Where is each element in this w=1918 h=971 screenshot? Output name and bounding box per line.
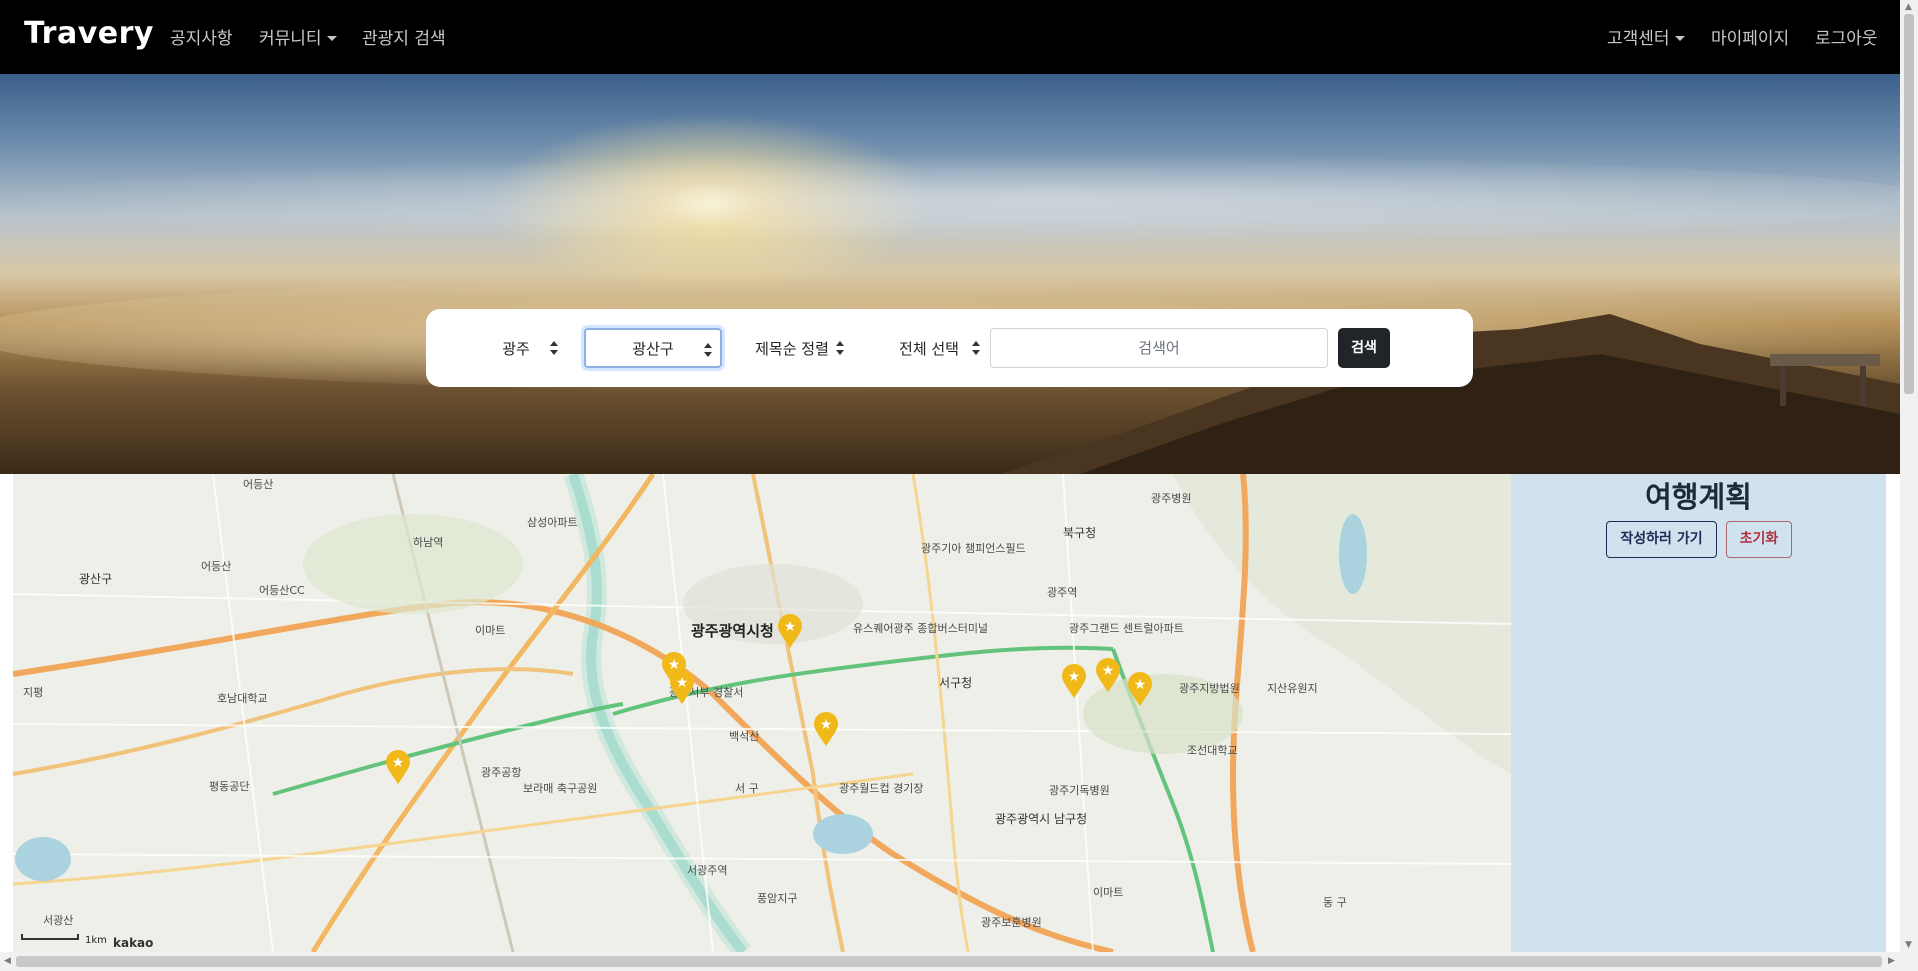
nav-customer-center[interactable]: 고객센터 xyxy=(1607,24,1685,49)
map-label-seogu: 서 구 xyxy=(735,782,759,795)
star-marker-icon[interactable]: ★ xyxy=(1061,664,1087,698)
map-label-kia: 광주기아 챔피언스필드 xyxy=(921,542,1026,555)
svg-text:★: ★ xyxy=(820,717,833,733)
sort-select-value: 제목순 정렬 xyxy=(755,339,829,358)
chevron-down-icon xyxy=(1674,36,1685,41)
map-scale-label: 1km xyxy=(85,935,107,946)
star-marker-icon[interactable]: ★ xyxy=(813,712,839,746)
select-arrows-icon xyxy=(550,341,558,355)
map-label-namgu-office: 광주광역시 남구청 xyxy=(995,812,1088,826)
map-label-usquare: 유스퀘어광주 종합버스터미널 xyxy=(853,622,989,635)
svg-text:★: ★ xyxy=(1134,677,1147,693)
map-label-pungam: 풍암지구 xyxy=(757,892,798,905)
region-select-value: 광주 xyxy=(502,339,530,358)
category-select[interactable]: 전체 선택 xyxy=(870,328,988,368)
nav-community-label: 커뮤니티 xyxy=(259,29,322,49)
region-select[interactable]: 광주 xyxy=(466,328,566,368)
scroll-down-icon[interactable]: ▼ xyxy=(1905,940,1912,950)
map-label-seogu-office: 서구청 xyxy=(939,676,973,690)
nav-mypage[interactable]: 마이페이지 xyxy=(1711,24,1789,49)
svg-text:★: ★ xyxy=(392,755,405,771)
map-roads xyxy=(13,474,1511,952)
search-button[interactable]: 검색 xyxy=(1338,328,1390,368)
cloud-layer xyxy=(0,154,1900,244)
travel-plan-panel: 여행계획 작성하러 가기 초기화 xyxy=(1511,474,1886,952)
write-plan-button[interactable]: 작성하러 가기 xyxy=(1606,521,1717,558)
select-arrows-icon xyxy=(972,341,980,355)
map-view[interactable]: 어등산 어등산 어등산CC 광산구 하남역 삼성아파트 이마트 이마트 광주광역… xyxy=(13,474,1511,952)
map-label-boramae: 보라매 축구공원 xyxy=(523,782,598,795)
map-label-jisan: 지산유원지 xyxy=(1267,682,1318,695)
reset-button[interactable]: 초기화 xyxy=(1726,521,1792,558)
scroll-left-icon[interactable]: ◀ xyxy=(4,956,11,966)
top-navbar: Travery 공지사항 커뮤니티 관광지 검색 고객센터 마이페이지 로그아웃 xyxy=(0,0,1900,74)
hero-banner: 광주 광산구 제목순 정렬 전체 선택 검색어 검색 xyxy=(0,74,1900,474)
map-label-jirang: 지평 xyxy=(23,686,44,699)
map-label-gwangju-station: 광주역 xyxy=(1047,586,1078,599)
map-label-honam-univ: 호남대학교 xyxy=(217,692,268,705)
sort-select[interactable]: 제목순 정렬 xyxy=(732,328,852,368)
vertical-scroll-thumb[interactable] xyxy=(1904,14,1914,394)
nav-logout[interactable]: 로그아웃 xyxy=(1815,24,1878,49)
map-label-seogwangju: 서광주역 xyxy=(687,864,728,877)
scroll-up-icon[interactable]: ▲ xyxy=(1905,2,1912,12)
map-label-gwangju-court: 광주지방법원 xyxy=(1179,682,1240,695)
nav-notice[interactable]: 공지사항 xyxy=(170,24,233,49)
svg-text:★: ★ xyxy=(1068,669,1081,685)
svg-text:★: ★ xyxy=(784,619,797,635)
district-select-value: 광산구 xyxy=(632,339,674,358)
select-arrows-icon xyxy=(704,343,712,357)
svg-text:★: ★ xyxy=(1102,663,1115,679)
map-label-pyeongdong: 평동공단 xyxy=(209,780,250,793)
nav-community[interactable]: 커뮤니티 xyxy=(259,24,337,49)
star-marker-icon[interactable]: ★ xyxy=(777,614,803,648)
nav-attraction-search[interactable]: 관광지 검색 xyxy=(362,24,446,49)
star-marker-icon[interactable]: ★ xyxy=(669,670,695,704)
nav-customer-center-label: 고객센터 xyxy=(1607,29,1670,49)
map-label-veterans-hospital: 광주보훈병원 xyxy=(981,916,1042,929)
map-label-dong: 동 구 xyxy=(1323,896,1347,909)
horizontal-scrollbar[interactable]: ◀ ▶ xyxy=(0,952,1900,971)
plan-title: 여행계획 xyxy=(1645,480,1752,514)
select-arrows-icon xyxy=(836,341,844,355)
star-marker-icon[interactable]: ★ xyxy=(1095,658,1121,692)
map-label-grand-central: 광주그랜드 센트럴아파트 xyxy=(1069,622,1184,635)
map-label-chosun-univ: 조선대학교 xyxy=(1187,744,1238,757)
chevron-down-icon xyxy=(326,36,337,41)
brand-logo[interactable]: Travery xyxy=(24,16,154,51)
map-label-gwangju-hospital: 광주병원 xyxy=(1151,492,1192,505)
map-label-bukgu-office: 북구청 xyxy=(1063,526,1097,540)
map-label-christian-hospital: 광주기독병원 xyxy=(1049,784,1110,797)
search-panel: 광주 광산구 제목순 정렬 전체 선택 검색어 검색 xyxy=(426,309,1473,387)
map-label-eodeungsan: 어등산 xyxy=(243,478,274,491)
category-select-value: 전체 선택 xyxy=(899,339,959,358)
horizontal-scroll-thumb[interactable] xyxy=(16,956,1882,967)
map-label-eodeungsan-cc: 어등산CC xyxy=(259,584,305,597)
district-select[interactable]: 광산구 xyxy=(584,328,722,368)
map-scale-bar xyxy=(21,934,79,940)
vertical-scrollbar[interactable]: ▲ ▼ xyxy=(1900,0,1918,971)
map-label-seokwangsan: 서광산 xyxy=(43,914,74,927)
svg-text:★: ★ xyxy=(676,675,689,691)
map-label-airport: 광주공항 xyxy=(481,766,522,779)
star-marker-icon[interactable]: ★ xyxy=(385,750,411,784)
map-label-city-hall: 광주광역시청 xyxy=(691,622,774,640)
map-label-world-cup: 광주월드컵 경기장 xyxy=(839,782,924,795)
star-marker-icon[interactable]: ★ xyxy=(1127,672,1153,706)
map-label-samsung: 삼성아파트 xyxy=(527,516,578,529)
map-label-baekseoksan: 백석산 xyxy=(729,730,760,743)
map-label-emart: 이마트 xyxy=(475,624,506,637)
search-input[interactable]: 검색어 xyxy=(990,328,1328,368)
map-label-hanam: 하남역 xyxy=(413,536,444,549)
map-attribution: kakao xyxy=(113,936,154,950)
map-label-eodeungsan-2: 어등산 xyxy=(201,560,232,573)
scroll-right-icon[interactable]: ▶ xyxy=(1888,956,1895,966)
map-label-gwangsan: 광산구 xyxy=(79,572,113,586)
map-label-emart-2: 이마트 xyxy=(1093,886,1124,899)
